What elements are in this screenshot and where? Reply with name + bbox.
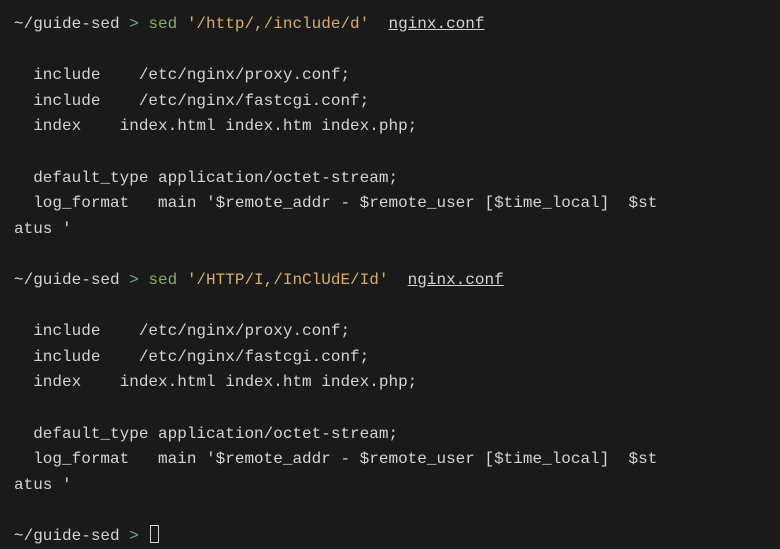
output-line: index index.html index.htm index.php; [14, 114, 766, 140]
command-arg: '/HTTP/I,/InClUdE/Id' [187, 271, 398, 289]
output-line [14, 242, 766, 268]
output-line: include /etc/nginx/fastcgi.conf; [14, 345, 766, 371]
prompt-line[interactable]: ~/guide-sed > sed '/http/,/include/d' ng… [14, 12, 766, 38]
output-line: include /etc/nginx/proxy.conf; [14, 63, 766, 89]
command-arg: '/http/,/include/d' [187, 15, 379, 33]
prompt-line[interactable]: ~/guide-sed > sed '/HTTP/I,/InClUdE/Id' … [14, 268, 766, 294]
output-line [14, 140, 766, 166]
output-line [14, 294, 766, 320]
output-line: log_format main '$remote_addr - $remote_… [14, 447, 766, 473]
prompt-symbol: > [129, 15, 148, 33]
output-line: include /etc/nginx/proxy.conf; [14, 319, 766, 345]
prompt-path: ~/guide-sed [14, 271, 129, 289]
prompt-line[interactable]: ~/guide-sed > [14, 524, 766, 549]
output-line: default_type application/octet-stream; [14, 422, 766, 448]
prompt-path: ~/guide-sed [14, 15, 129, 33]
terminal[interactable]: ~/guide-sed > sed '/http/,/include/d' ng… [14, 12, 766, 549]
output-line: index index.html index.htm index.php; [14, 370, 766, 396]
output-line: log_format main '$remote_addr - $remote_… [14, 191, 766, 217]
command-file: nginx.conf [388, 15, 484, 33]
output-line [14, 498, 766, 524]
command-file: nginx.conf [408, 271, 504, 289]
output-line: default_type application/octet-stream; [14, 166, 766, 192]
command-name: sed [148, 15, 186, 33]
prompt-symbol: > [129, 271, 148, 289]
prompt-symbol: > [129, 527, 148, 545]
prompt-path: ~/guide-sed [14, 527, 129, 545]
output-line: include /etc/nginx/fastcgi.conf; [14, 89, 766, 115]
output-line: atus ' [14, 217, 766, 243]
output-line [14, 38, 766, 64]
cursor [150, 525, 159, 543]
output-line [14, 396, 766, 422]
command-name: sed [148, 271, 186, 289]
output-line: atus ' [14, 473, 766, 499]
